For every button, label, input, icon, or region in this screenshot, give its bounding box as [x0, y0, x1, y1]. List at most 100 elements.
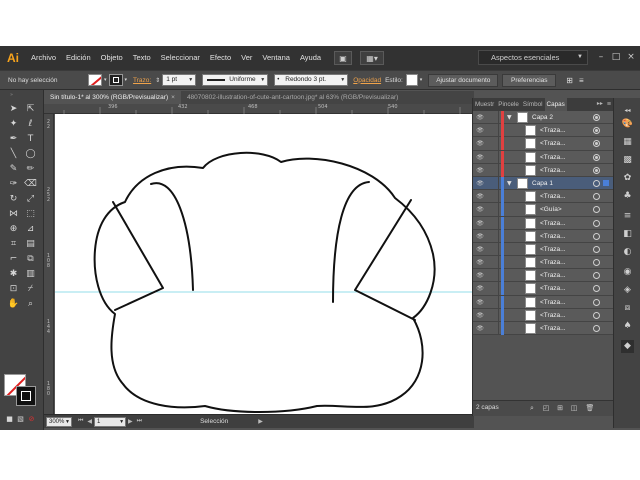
clipping-mask-icon[interactable]: ◰ — [541, 404, 551, 414]
layer-name[interactable]: <Traza... — [540, 269, 566, 282]
selection-tool-icon[interactable]: ➤ — [6, 102, 21, 117]
sublayer-row[interactable]: 👁 <Traza... — [473, 163, 613, 177]
align-icon[interactable]: ⊞ — [566, 76, 573, 85]
gradient-tool-icon[interactable]: ▤ — [23, 237, 38, 252]
chevron-down-icon[interactable]: ▾ — [104, 77, 107, 83]
perspective-grid-icon[interactable]: ⊿ — [23, 222, 38, 237]
sublayer-row[interactable]: 👁 <Guía> — [473, 203, 613, 217]
hand-tool-icon[interactable]: ✋ — [6, 297, 21, 312]
artboard-canvas[interactable] — [55, 114, 474, 414]
stroke-panel-icon[interactable]: ≡ — [621, 210, 634, 223]
pencil-icon[interactable]: ✏ — [23, 162, 38, 177]
selection-indicator[interactable] — [603, 179, 609, 186]
menu-item-3[interactable]: Texto — [128, 46, 156, 70]
color-guide-icon[interactable]: ▦ — [621, 136, 634, 149]
next-artboard-icon[interactable]: ▶ — [128, 418, 133, 425]
opacity-label[interactable]: Opacidad — [353, 77, 381, 84]
blend-tool-icon[interactable]: ⧉ — [23, 252, 38, 267]
none-mode-icon[interactable]: ⊘ — [24, 412, 39, 427]
last-artboard-icon[interactable]: ⏭ — [137, 418, 142, 425]
workspace-switcher[interactable]: Aspectos esenciales ▼ — [478, 50, 588, 65]
transparency-icon[interactable]: ◐ — [621, 246, 634, 259]
artboard-tool-icon[interactable]: ⊡ — [6, 282, 21, 297]
layer-name[interactable]: <Traza... — [540, 282, 566, 295]
lock-toggle[interactable] — [487, 242, 499, 256]
target-circle-icon[interactable] — [593, 166, 600, 174]
tab-document-1[interactable]: Sin título-1* al 300% (RGB/Previsualizar… — [44, 91, 181, 104]
layer-name[interactable]: <Traza... — [540, 322, 566, 335]
lock-toggle[interactable] — [487, 308, 499, 322]
delete-layer-icon[interactable]: 🗑 — [585, 404, 595, 414]
artboards-icon[interactable]: ⧈ — [621, 302, 634, 315]
layer-name[interactable]: <Traza... — [540, 217, 566, 230]
visibility-eye-icon[interactable]: 👁 — [475, 232, 485, 241]
vertical-ruler[interactable]: 2 2 2 5 2 1 0 8 1 4 4 1 8 0 — [44, 114, 54, 414]
eyedropper-icon[interactable]: ⌐ — [6, 252, 21, 267]
target-circle-icon[interactable] — [593, 219, 600, 227]
layer-name[interactable]: <Traza... — [540, 164, 566, 177]
lock-toggle[interactable] — [487, 256, 499, 270]
bridge-button[interactable]: ▣ — [334, 51, 353, 65]
document-setup-button[interactable]: Ajustar documento — [428, 73, 499, 87]
target-circle-icon[interactable] — [593, 285, 600, 293]
collapse-icon[interactable]: » — [4, 92, 19, 98]
lock-toggle[interactable] — [487, 137, 499, 151]
symbols-icon[interactable]: ♣ — [621, 190, 634, 203]
arrange-documents-button[interactable]: ▦▾ — [360, 51, 385, 65]
expand-triangle-icon[interactable]: ▼ — [507, 111, 512, 124]
new-sublayer-icon[interactable]: ⊞ — [555, 404, 565, 414]
preferences-button[interactable]: Preferencias — [502, 73, 557, 87]
tab-document-2[interactable]: 48070802-illustration-of-cute-ant-cartoo… — [180, 91, 474, 104]
status-menu-icon[interactable]: ▶ — [258, 418, 263, 425]
sublayer-row[interactable]: 👁 <Traza... — [473, 269, 613, 283]
blob-brush-icon[interactable]: ✑ — [6, 177, 21, 192]
eraser-icon[interactable]: ⌫ — [23, 177, 38, 192]
layers-icon[interactable]: ◆ — [621, 340, 634, 353]
visibility-eye-icon[interactable]: 👁 — [475, 284, 485, 293]
column-graph-icon[interactable]: ▥ — [23, 267, 38, 282]
sublayer-row[interactable]: 👁 <Traza... — [473, 308, 613, 322]
brush-dropdown[interactable]: • Redondo 3 pt. ▼ — [274, 74, 349, 86]
right-antenna-band[interactable] — [354, 199, 416, 321]
target-circle-icon[interactable] — [593, 245, 600, 253]
target-circle-icon[interactable] — [593, 259, 600, 267]
lock-toggle[interactable] — [487, 176, 499, 190]
first-artboard-icon[interactable]: ⏮ — [78, 418, 83, 425]
graphic-styles-icon[interactable]: ◈ — [621, 284, 634, 297]
lock-toggle[interactable] — [487, 282, 499, 296]
visibility-eye-icon[interactable]: 👁 — [475, 179, 485, 188]
layer-name[interactable]: <Traza... — [540, 256, 566, 269]
visibility-eye-icon[interactable]: 👁 — [475, 166, 485, 175]
visibility-eye-icon[interactable]: 👁 — [475, 219, 485, 228]
stepper-icon[interactable]: ⇕ — [155, 77, 160, 84]
stroke-color-swatch[interactable] — [16, 386, 36, 406]
free-transform-icon[interactable]: ⬚ — [23, 207, 38, 222]
sublayer-row[interactable]: 👁 <Traza... — [473, 150, 613, 164]
target-circle-icon[interactable] — [593, 140, 600, 148]
lock-toggle[interactable] — [487, 322, 499, 335]
new-layer-icon[interactable]: ◫ — [569, 404, 579, 414]
slice-tool-icon[interactable]: ⌿ — [23, 282, 38, 297]
lock-toggle[interactable] — [487, 163, 499, 177]
magic-wand-icon[interactable]: ✦ — [6, 117, 21, 132]
zoom-tool-icon[interactable]: ⌕ — [23, 297, 38, 312]
lock-toggle[interactable] — [487, 111, 499, 124]
left-antenna-band[interactable] — [112, 201, 164, 311]
expand-triangle-icon[interactable]: ▼ — [507, 177, 512, 190]
gradient-panel-icon[interactable]: ◧ — [621, 228, 634, 241]
lock-toggle[interactable] — [487, 295, 499, 309]
menu-item-1[interactable]: Edición — [61, 46, 96, 70]
tab-swatches[interactable]: Muestr — [473, 98, 496, 111]
layer-name[interactable]: Capa 2 — [532, 111, 553, 124]
layer-row[interactable]: 👁 ▼ Capa 1 — [473, 176, 613, 191]
sublayer-row[interactable]: 👁 <Traza... — [473, 256, 613, 270]
layer-name[interactable]: <Traza... — [540, 190, 566, 203]
lock-toggle[interactable] — [487, 216, 499, 230]
minimize-button[interactable]: – — [594, 50, 608, 64]
target-circle-icon[interactable] — [593, 127, 600, 135]
collapse-icon[interactable]: ▸▸ — [595, 98, 605, 111]
menu-item-5[interactable]: Efecto — [205, 46, 236, 70]
visibility-eye-icon[interactable]: 👁 — [475, 245, 485, 254]
close-icon[interactable]: × — [171, 94, 175, 101]
visibility-eye-icon[interactable]: 👁 — [475, 311, 485, 320]
